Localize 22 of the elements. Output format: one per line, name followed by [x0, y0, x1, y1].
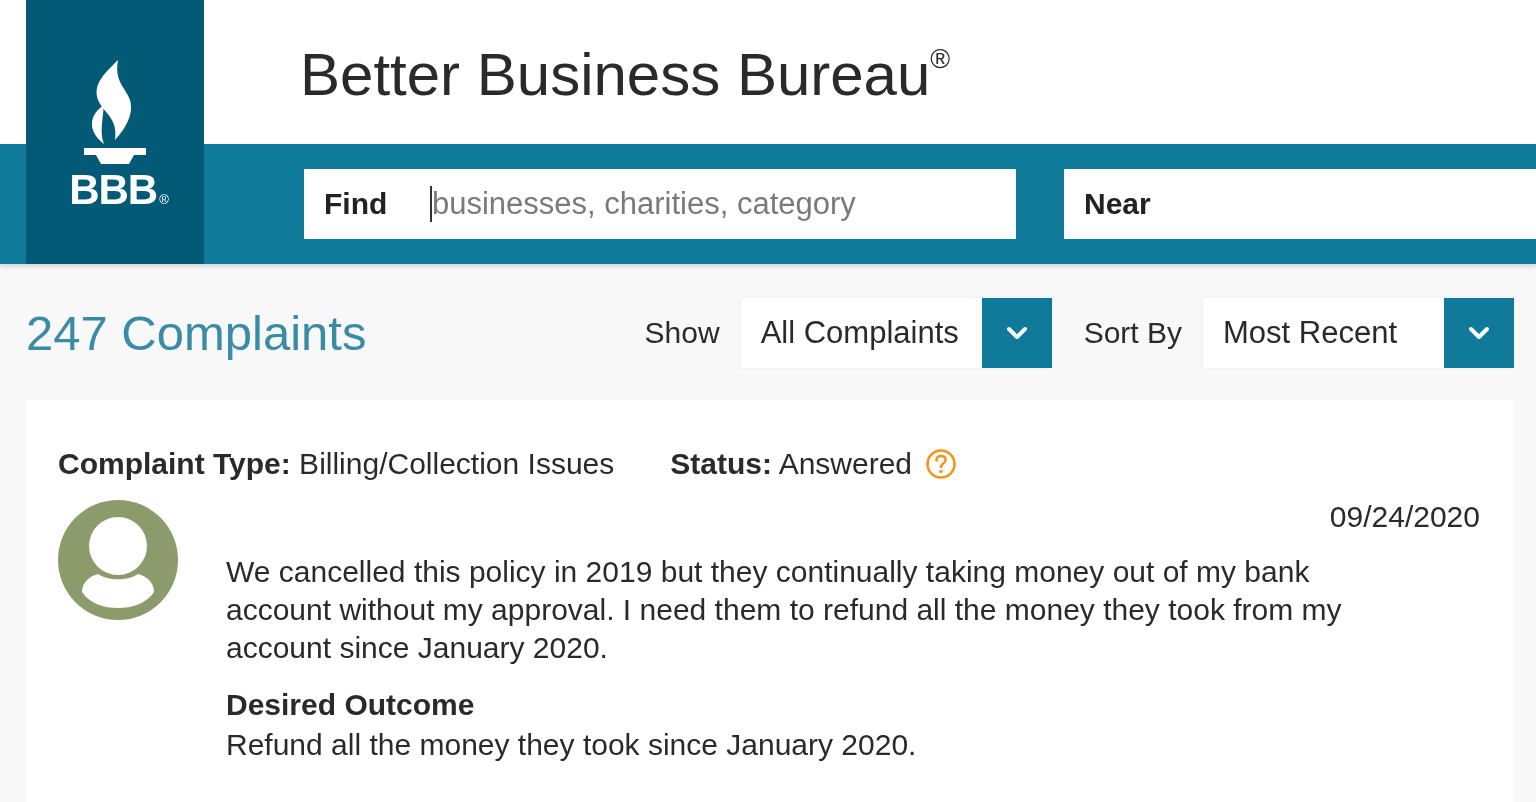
- search-input[interactable]: businesses, charities, category: [432, 184, 1016, 224]
- complaint-date: 09/24/2020: [1329, 500, 1480, 534]
- field-label: Near: [1083, 187, 1152, 221]
- chevron-down-icon: [981, 298, 1052, 368]
- chevron-down-icon: [1444, 298, 1514, 368]
- location-field[interactable]: Near: [1064, 169, 1536, 239]
- avatar-icon: [58, 500, 178, 620]
- torch-logo-icon: [84, 60, 146, 164]
- desired-outcome-text: Refund all the money they took since January 2020.: [226, 727, 918, 763]
- site-title: Better Business Bureau$^{®}$: [299, 40, 952, 108]
- desired-outcome-heading: Desired Outcome: [226, 687, 476, 723]
- filter-label: Sort By: [1083, 316, 1182, 350]
- search-field[interactable]: Find businesses, charities, category: [304, 169, 1016, 239]
- filter-dropdown[interactable]: Most Recent: [1203, 298, 1514, 368]
- complaint-text: We cancelled this policy in 2019 but they continually taking money out of my bank account without my approval. I need them to refund all the money they took from my account since January 2020.: [226, 554, 1343, 666]
- filter-dropdown[interactable]: All Complaints: [740, 298, 1052, 368]
- complaints-heading: 247 Complaints: [26, 305, 368, 361]
- field-label: Find: [323, 187, 389, 221]
- filter-label: Show: [644, 316, 720, 350]
- help-icon[interactable]: [926, 449, 957, 479]
- complaint-status: Status: Answered: [670, 446, 913, 482]
- complaint-type: Complaint Type: Billing/Collection Issues: [58, 446, 615, 482]
